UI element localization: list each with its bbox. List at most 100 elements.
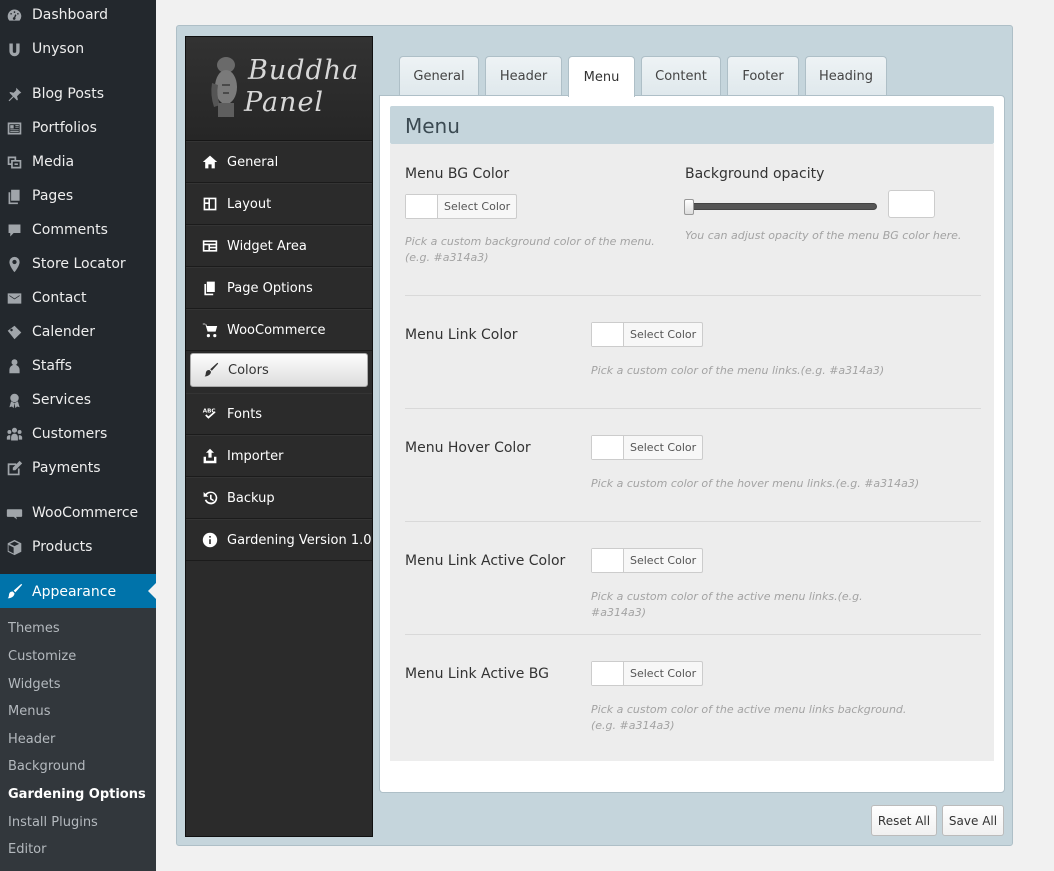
nav-version-info[interactable]: Gardening Version 1.0 [186, 519, 372, 561]
menu-link-active-bg-label: Menu Link Active BG [405, 666, 549, 682]
tab-heading[interactable]: Heading [805, 56, 887, 96]
nav-label: Backup [227, 490, 275, 506]
wp-menu-label: Dashboard [32, 7, 108, 23]
wp-menu-blog-posts[interactable]: Blog Posts [0, 77, 156, 111]
nav-label: General [227, 154, 279, 170]
theme-options-panel: Buddha Panel General Layout Widget Area … [176, 25, 1013, 846]
menu-hover-color-label: Menu Hover Color [405, 440, 531, 456]
wp-menu-services[interactable]: Services [0, 383, 156, 417]
comment-icon [5, 221, 23, 239]
nav-widget-area[interactable]: Widget Area [186, 225, 372, 267]
select-color-button[interactable]: Select Color [624, 662, 702, 685]
nav-colors[interactable]: Colors [190, 353, 368, 387]
wp-submenu-customize[interactable]: Customize [8, 647, 76, 667]
select-color-button[interactable]: Select Color [624, 323, 702, 346]
wp-menu-label: Payments [32, 460, 101, 476]
wp-menu-appearance[interactable]: Appearance [0, 574, 156, 609]
wp-menu-woocommerce[interactable]: WooCommerce [0, 496, 156, 530]
menu-link-active-bg-picker[interactable]: Select Color [591, 661, 704, 686]
nav-page-options[interactable]: Page Options [186, 267, 372, 309]
nav-backup[interactable]: Backup [186, 477, 372, 519]
bg-opacity-slider-track[interactable] [685, 203, 877, 210]
wp-menu-calender[interactable]: Calender [0, 315, 156, 349]
nav-label: Page Options [227, 280, 313, 296]
nav-layout[interactable]: Layout [186, 183, 372, 225]
nav-label: Importer [227, 448, 284, 464]
nav-woocommerce[interactable]: WooCommerce [186, 309, 372, 351]
envelope-icon [5, 289, 23, 307]
wp-submenu-header[interactable]: Header [8, 730, 55, 750]
layout-icon [201, 195, 219, 213]
tab-content-area: Menu Menu BG Color Select Color Pick a c… [379, 95, 1005, 793]
unyson-icon [5, 40, 23, 58]
box-icon [5, 538, 23, 556]
nav-importer[interactable]: Importer [186, 435, 372, 477]
menu-link-color-picker[interactable]: Select Color [591, 322, 704, 347]
tab-menu[interactable]: Menu [568, 56, 635, 97]
media-icon [5, 153, 23, 171]
wp-menu-payments[interactable]: Payments [0, 451, 156, 485]
color-swatch[interactable] [592, 662, 624, 685]
nav-label: Layout [227, 196, 272, 212]
tab-general[interactable]: General [399, 56, 479, 96]
tab-header[interactable]: Header [485, 56, 562, 96]
menu-hover-color-desc: Pick a custom color of the hover menu li… [591, 477, 920, 490]
wp-submenu-editor[interactable]: Editor [8, 840, 46, 860]
wp-menu-pages[interactable]: Pages [0, 179, 156, 213]
buddha-panel-logo: Buddha Panel [186, 37, 372, 141]
location-pin-icon [5, 255, 23, 273]
wp-menu-contact[interactable]: Contact [0, 281, 156, 315]
logo-line-2: Panel [244, 87, 325, 118]
wp-menu-label: Unyson [32, 41, 85, 57]
menu-link-color-label: Menu Link Color [405, 327, 518, 343]
wp-menu-products[interactable]: Products [0, 530, 156, 564]
wp-submenu-menus[interactable]: Menus [8, 702, 50, 722]
color-swatch[interactable] [592, 436, 624, 459]
section-header: Menu [390, 106, 994, 144]
save-all-button[interactable]: Save All [942, 805, 1004, 836]
nav-fonts[interactable]: ABC Fonts [186, 393, 372, 435]
color-swatch[interactable] [592, 549, 624, 572]
nav-label: Gardening Version 1.0 [227, 532, 372, 548]
wp-menu-dashboard[interactable]: Dashboard [0, 0, 156, 32]
tag-icon [5, 323, 23, 341]
menu-bg-color-picker[interactable]: Select Color [405, 194, 518, 219]
tab-footer[interactable]: Footer [727, 56, 799, 96]
wp-menu-label: Appearance [32, 583, 117, 600]
award-icon [5, 391, 23, 409]
portfolio-icon [5, 119, 23, 137]
wp-menu-label: Contact [32, 290, 87, 306]
wp-menu-store-locator[interactable]: Store Locator [0, 247, 156, 281]
bg-opacity-slider-handle[interactable] [684, 199, 694, 215]
wp-menu-label: Pages [32, 188, 74, 204]
wp-menu-comments[interactable]: Comments [0, 213, 156, 247]
paintbrush-icon [202, 361, 220, 379]
menu-hover-color-picker[interactable]: Select Color [591, 435, 704, 460]
woocommerce-icon [5, 504, 23, 522]
tab-content[interactable]: Content [641, 56, 721, 96]
select-color-button[interactable]: Select Color [624, 549, 702, 572]
menu-link-active-color-picker[interactable]: Select Color [591, 548, 704, 573]
pages-icon [201, 279, 219, 297]
wp-menu-label: Services [32, 392, 92, 408]
wp-submenu-install-plugins[interactable]: Install Plugins [8, 813, 98, 833]
wp-menu-media[interactable]: Media [0, 145, 156, 179]
wp-submenu-themes[interactable]: Themes [8, 619, 60, 639]
select-color-button[interactable]: Select Color [438, 195, 516, 218]
wp-menu-label: Products [32, 539, 93, 555]
color-swatch[interactable] [406, 195, 438, 218]
reset-all-button[interactable]: Reset All [871, 805, 937, 836]
bg-opacity-value-field[interactable] [888, 190, 935, 218]
select-color-button[interactable]: Select Color [624, 436, 702, 459]
wp-menu-customers[interactable]: Customers [0, 417, 156, 451]
wp-submenu-widgets[interactable]: Widgets [8, 675, 61, 695]
wp-submenu-background[interactable]: Background [8, 757, 86, 777]
wp-menu-unyson[interactable]: Unyson [0, 32, 156, 66]
wp-menu-label: Customers [32, 426, 108, 442]
nav-general[interactable]: General [186, 141, 372, 183]
bg-opacity-label: Background opacity [685, 166, 825, 182]
wp-submenu-gardening-options[interactable]: Gardening Options [8, 785, 146, 805]
wp-menu-staffs[interactable]: Staffs [0, 349, 156, 383]
wp-menu-portfolios[interactable]: Portfolios [0, 111, 156, 145]
color-swatch[interactable] [592, 323, 624, 346]
